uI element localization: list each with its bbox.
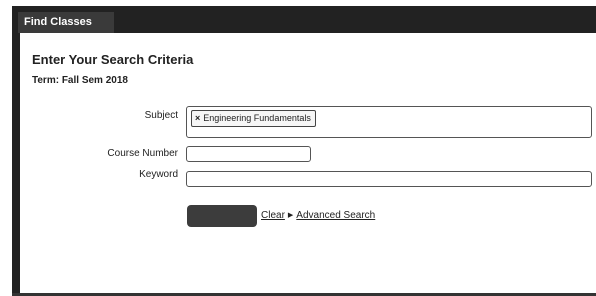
course-number-label: Course Number (107, 148, 178, 159)
keyword-input[interactable] (186, 171, 592, 187)
subject-chip: × Engineering Fundamentals (191, 110, 316, 127)
advanced-search-link[interactable]: Advanced Search (296, 210, 375, 221)
subject-label: Subject (144, 110, 178, 121)
triangle-right-icon: ▶ (287, 212, 294, 219)
subject-multiselect[interactable]: × Engineering Fundamentals (186, 106, 592, 138)
panel-left-border (12, 33, 20, 296)
tab-find-classes[interactable]: Find Classes (18, 12, 114, 33)
clear-link[interactable]: Clear (261, 210, 285, 221)
find-classes-panel: Find Classes Enter Your Search Criteria … (12, 6, 596, 296)
term-label: Term: Fall Sem 2018 (32, 75, 128, 86)
search-button[interactable] (187, 205, 257, 227)
subject-chip-label: Engineering Fundamentals (203, 113, 311, 123)
keyword-label: Keyword (139, 169, 178, 180)
tab-bar: Find Classes (12, 6, 596, 33)
course-number-input[interactable] (186, 146, 311, 162)
page-title: Enter Your Search Criteria (32, 52, 194, 67)
close-icon[interactable]: × (195, 113, 200, 123)
form-links: Clear ▶ Advanced Search (261, 210, 375, 221)
